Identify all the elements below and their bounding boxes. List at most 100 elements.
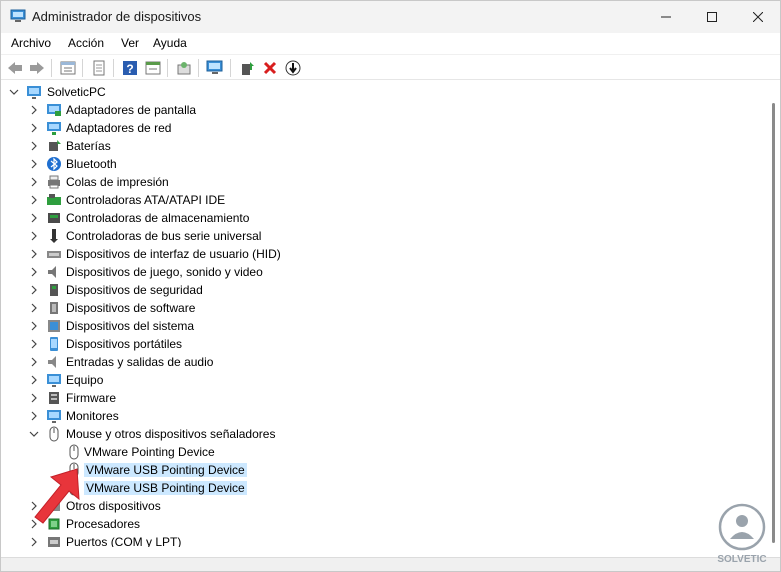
device-tree[interactable]: SolveticPC Adaptadores de pantalla Adaptad… <box>2 83 767 547</box>
chevron-right-icon[interactable] <box>28 392 40 404</box>
tree-category-label: Entradas y salidas de audio <box>66 355 214 369</box>
view-icon <box>145 61 161 75</box>
tree-category[interactable]: Mouse y otros dispositivos señaladores <box>2 425 767 443</box>
show-hidden-icon <box>93 60 105 76</box>
minimize-button[interactable] <box>643 1 689 33</box>
tree-category[interactable]: Dispositivos de juego, sonido y video <box>2 263 767 281</box>
chevron-right-icon[interactable] <box>28 158 40 170</box>
tree-category[interactable]: Entradas y salidas de audio <box>2 353 767 371</box>
tree-root-label: SolveticPC <box>47 85 106 99</box>
chevron-right-icon[interactable] <box>28 140 40 152</box>
chevron-right-icon[interactable] <box>28 536 40 547</box>
update-driver-button[interactable] <box>174 58 194 78</box>
chevron-right-icon[interactable] <box>28 194 40 206</box>
vertical-scrollbar[interactable] <box>767 83 780 547</box>
tree-category[interactable]: Dispositivos de interfaz de usuario (HID… <box>2 245 767 263</box>
chevron-right-icon[interactable] <box>28 266 40 278</box>
tree-category-label: Dispositivos de interfaz de usuario (HID… <box>66 247 281 261</box>
tree-category[interactable]: Adaptadores de red <box>2 119 767 137</box>
uninstall-button[interactable] <box>260 58 280 78</box>
chevron-right-icon[interactable] <box>28 374 40 386</box>
back-icon <box>8 62 22 74</box>
close-button[interactable] <box>735 1 781 33</box>
tree-category[interactable]: Controladoras de almacenamiento <box>2 209 767 227</box>
tree-device-label: VMware USB Pointing Device <box>84 463 247 477</box>
horizontal-scrollbar[interactable] <box>2 547 767 557</box>
chevron-right-icon[interactable] <box>28 122 40 134</box>
update-driver-icon <box>177 62 191 75</box>
mouse-icon <box>66 444 82 460</box>
menu-ver[interactable]: Ver <box>121 36 139 50</box>
tree-category[interactable]: Controladoras ATA/ATAPI IDE <box>2 191 767 209</box>
tree-category[interactable]: Monitores <box>2 407 767 425</box>
tree-category[interactable]: Bluetooth <box>2 155 767 173</box>
tree-category[interactable]: Dispositivos del sistema <box>2 317 767 335</box>
device-manager-window: Administrador de dispositivos Archivo Ac… <box>0 0 781 572</box>
tree-category[interactable]: Procesadores <box>2 515 767 533</box>
chevron-right-icon[interactable] <box>28 338 40 350</box>
tree-category[interactable]: Colas de impresión <box>2 173 767 191</box>
tree-category-label: Controladoras de bus serie universal <box>66 229 262 243</box>
chevron-right-icon[interactable] <box>28 356 40 368</box>
menu-bar: Archivo Acción Ver Ayuda <box>1 33 780 53</box>
show-hidden-button[interactable] <box>89 58 109 78</box>
tree-category[interactable]: Dispositivos de seguridad <box>2 281 767 299</box>
menu-archivo[interactable]: Archivo <box>11 36 51 50</box>
tree-category-label: Controladoras de almacenamiento <box>66 211 250 225</box>
chevron-right-icon[interactable] <box>28 284 40 296</box>
tree-category[interactable]: Firmware <box>2 389 767 407</box>
chevron-right-icon[interactable] <box>28 302 40 314</box>
maximize-button[interactable] <box>689 1 735 33</box>
tree-category-label: Baterías <box>66 139 111 153</box>
chevron-right-icon[interactable] <box>28 248 40 260</box>
tree-category-label: Puertos (COM y LPT) <box>66 535 182 547</box>
chevron-down-icon[interactable] <box>8 86 20 98</box>
tree-device[interactable]: VMware USB Pointing Device <box>2 461 767 479</box>
hid-icon <box>46 246 62 262</box>
display-adapter-icon <box>46 102 62 118</box>
close-icon <box>753 12 763 22</box>
tree-device[interactable]: VMware Pointing Device <box>2 443 767 461</box>
tree-category-label: Dispositivos de software <box>66 301 196 315</box>
status-bar <box>1 557 780 571</box>
tree-category-label: Monitores <box>66 409 119 423</box>
tree-root[interactable]: SolveticPC <box>2 83 767 101</box>
chevron-right-icon[interactable] <box>28 230 40 242</box>
chevron-right-icon[interactable] <box>28 410 40 422</box>
tree-category[interactable]: Puertos (COM y LPT) <box>2 533 767 547</box>
svg-text:?: ? <box>126 62 133 76</box>
tree-category[interactable]: Dispositivos portátiles <box>2 335 767 353</box>
chevron-right-icon[interactable] <box>28 320 40 332</box>
tree-category[interactable]: Controladoras de bus serie universal <box>2 227 767 245</box>
properties-tree-button[interactable] <box>58 58 78 78</box>
chevron-right-icon[interactable] <box>28 104 40 116</box>
scan-hardware-button[interactable] <box>205 58 225 78</box>
uninstall-icon <box>263 61 277 75</box>
tree-category[interactable]: Adaptadores de pantalla <box>2 101 767 119</box>
firmware-icon <box>46 390 62 406</box>
back-button[interactable] <box>5 58 25 78</box>
add-driver-button[interactable] <box>237 58 257 78</box>
title-bar[interactable]: Administrador de dispositivos <box>1 1 780 33</box>
forward-button[interactable] <box>27 58 47 78</box>
tree-category[interactable]: Baterías <box>2 137 767 155</box>
chevron-down-icon[interactable] <box>28 428 40 440</box>
view-button[interactable] <box>143 58 163 78</box>
help-button[interactable]: ? <box>120 58 140 78</box>
tree-category[interactable]: ?Otros dispositivos <box>2 497 767 515</box>
add-driver-icon <box>242 62 254 75</box>
vertical-scrollbar-thumb[interactable] <box>772 103 775 543</box>
tree-category-label: Mouse y otros dispositivos señaladores <box>66 427 276 441</box>
menu-ayuda[interactable]: Ayuda <box>153 36 187 50</box>
tree-category[interactable]: Dispositivos de software <box>2 299 767 317</box>
chevron-right-icon[interactable] <box>28 176 40 188</box>
tree-category-label: Colas de impresión <box>66 175 169 189</box>
disable-button[interactable] <box>283 58 303 78</box>
tree-category[interactable]: Equipo <box>2 371 767 389</box>
chevron-right-icon[interactable] <box>28 212 40 224</box>
logo-text: SOLVETIC <box>717 554 766 565</box>
menu-accion[interactable]: Acción <box>68 36 104 50</box>
tree-device[interactable]: VMware USB Pointing Device <box>2 479 767 497</box>
minimize-icon <box>661 16 671 18</box>
tree-category-label: Dispositivos del sistema <box>66 319 195 333</box>
